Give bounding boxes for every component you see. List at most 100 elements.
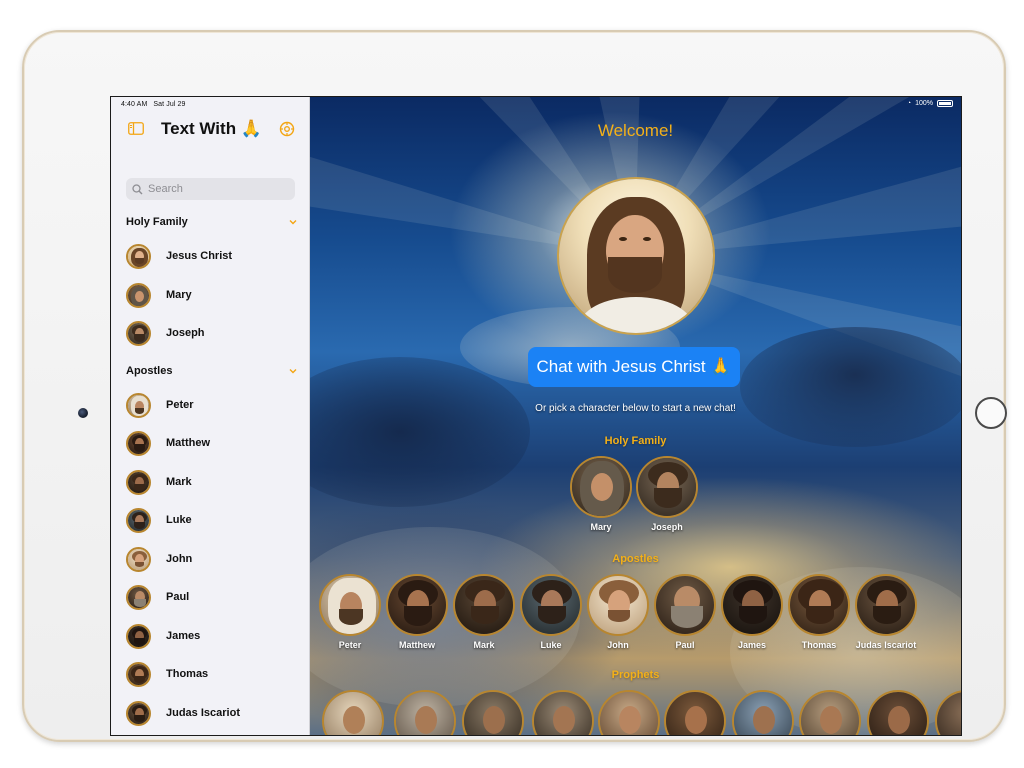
avatar xyxy=(855,574,917,636)
section-title: Holy Family xyxy=(126,216,188,228)
main-content: ◔ 100% Welcome! Chat with Jesus Christ 🙏… xyxy=(310,97,961,735)
list-item-luke[interactable]: Luke xyxy=(126,505,296,535)
group-title-prophets: Prophets xyxy=(611,669,660,681)
section-header-apostles[interactable]: Apostles xyxy=(126,365,298,381)
character-name: Mark xyxy=(473,640,495,650)
avatar xyxy=(570,456,632,518)
list-item-label: Paul xyxy=(166,591,190,603)
avatar xyxy=(126,431,151,456)
sidebar: 4:40 AM Sat Jul 29 Text With 🙏 Search Ho… xyxy=(111,97,310,735)
list-item-james[interactable]: James xyxy=(126,621,296,651)
list-item-label: Peter xyxy=(166,399,194,411)
prophet-avatar[interactable] xyxy=(462,690,524,735)
avatar xyxy=(126,585,151,610)
character-name: Thomas xyxy=(801,640,837,650)
list-item-label: Jesus Christ xyxy=(166,250,233,262)
character-card-mary[interactable]: Mary xyxy=(568,456,634,532)
character-name: Judas Iscariot xyxy=(855,640,917,650)
hero-portrait-jesus[interactable] xyxy=(557,177,715,335)
list-item-matthew[interactable]: Matthew xyxy=(126,428,296,458)
list-item-joseph[interactable]: Joseph xyxy=(126,318,296,348)
list-item-paul[interactable]: Paul xyxy=(126,582,296,612)
prophet-avatar[interactable] xyxy=(394,690,456,735)
search-input[interactable] xyxy=(146,182,290,196)
character-card-paul[interactable]: Paul xyxy=(652,574,718,650)
home-button[interactable] xyxy=(975,397,1007,429)
character-card-john[interactable]: John xyxy=(585,574,651,650)
wifi-icon: ◔ xyxy=(906,100,912,107)
character-name: Joseph xyxy=(651,522,683,532)
prophet-avatar[interactable] xyxy=(322,690,384,735)
avatar xyxy=(126,547,151,572)
search-icon xyxy=(132,183,143,194)
prophet-avatar[interactable] xyxy=(799,690,861,735)
avatar xyxy=(319,574,381,636)
settings-icon[interactable] xyxy=(279,121,295,137)
cloud xyxy=(740,327,961,447)
avatar xyxy=(126,624,151,649)
character-card-judas-iscariot[interactable]: Judas Iscariot xyxy=(853,574,919,650)
list-item-label: John xyxy=(166,553,193,565)
status-time: 4:40 AM xyxy=(121,101,148,108)
character-card-matthew[interactable]: Matthew xyxy=(384,574,450,650)
list-item-label: Mary xyxy=(166,289,192,301)
prophets-row xyxy=(322,690,961,735)
list-item-mark[interactable]: Mark xyxy=(126,467,296,497)
character-card-joseph[interactable]: Joseph xyxy=(634,456,700,532)
battery-percent: 100% xyxy=(915,100,933,107)
list-item-label: Luke xyxy=(166,514,192,526)
list-item-label: Mark xyxy=(166,476,192,488)
group-title-holy-family: Holy Family xyxy=(604,435,667,447)
avatar xyxy=(126,662,151,687)
sidebar-toggle-icon[interactable] xyxy=(128,122,144,135)
list-item-jesus-christ[interactable]: Jesus Christ xyxy=(126,241,296,271)
list-item-label: Judas Iscariot xyxy=(166,707,240,719)
list-item-label: Matthew xyxy=(166,437,210,449)
list-item-john[interactable]: John xyxy=(126,544,296,574)
avatar xyxy=(126,321,151,346)
prophet-avatar[interactable] xyxy=(867,690,929,735)
group-title-apostles: Apostles xyxy=(612,553,659,565)
character-card-james[interactable]: James xyxy=(719,574,785,650)
list-item-mary[interactable]: Mary xyxy=(126,280,296,310)
ipad-frame: 4:40 AM Sat Jul 29 Text With 🙏 Search Ho… xyxy=(22,30,1007,742)
avatar xyxy=(721,574,783,636)
battery-icon xyxy=(937,100,953,107)
character-card-peter[interactable]: Peter xyxy=(317,574,383,650)
character-name: Paul xyxy=(675,640,695,650)
chevron-down-icon[interactable] xyxy=(288,366,298,376)
prophet-avatar[interactable] xyxy=(664,690,726,735)
welcome-title: Welcome! xyxy=(597,121,674,140)
character-card-thomas[interactable]: Thomas xyxy=(786,574,852,650)
avatar xyxy=(654,574,716,636)
list-item-label: Joseph xyxy=(166,327,205,339)
avatar xyxy=(126,244,151,269)
avatar xyxy=(587,574,649,636)
character-name: Mary xyxy=(590,522,612,532)
list-item-thomas[interactable]: Thomas xyxy=(126,659,296,689)
list-item-label: Thomas xyxy=(166,668,209,680)
section-title: Apostles xyxy=(126,365,173,377)
prophet-avatar[interactable] xyxy=(532,690,594,735)
prophet-avatar[interactable] xyxy=(732,690,794,735)
prophet-avatar[interactable] xyxy=(598,690,660,735)
status-bar-left: 4:40 AM Sat Jul 29 xyxy=(121,101,192,108)
list-item-label: James xyxy=(166,630,201,642)
prophet-avatar[interactable] xyxy=(935,690,961,735)
character-name: Peter xyxy=(338,640,362,650)
character-name: Luke xyxy=(540,640,562,650)
app-screen: 4:40 AM Sat Jul 29 Text With 🙏 Search Ho… xyxy=(110,96,962,736)
list-item-peter[interactable]: Peter xyxy=(126,390,296,420)
avatar xyxy=(126,701,151,726)
search-bar[interactable] xyxy=(126,178,295,200)
avatar xyxy=(126,283,151,308)
character-card-luke[interactable]: Luke xyxy=(518,574,584,650)
avatar xyxy=(636,456,698,518)
section-header-holy-family[interactable]: Holy Family xyxy=(126,216,298,232)
avatar xyxy=(386,574,448,636)
avatar xyxy=(126,508,151,533)
character-card-mark[interactable]: Mark xyxy=(451,574,517,650)
chat-with-jesus-button[interactable]: Chat with Jesus Christ 🙏 xyxy=(528,347,740,387)
list-item-judas-iscariot[interactable]: Judas Iscariot xyxy=(126,698,296,728)
chevron-down-icon[interactable] xyxy=(288,217,298,227)
